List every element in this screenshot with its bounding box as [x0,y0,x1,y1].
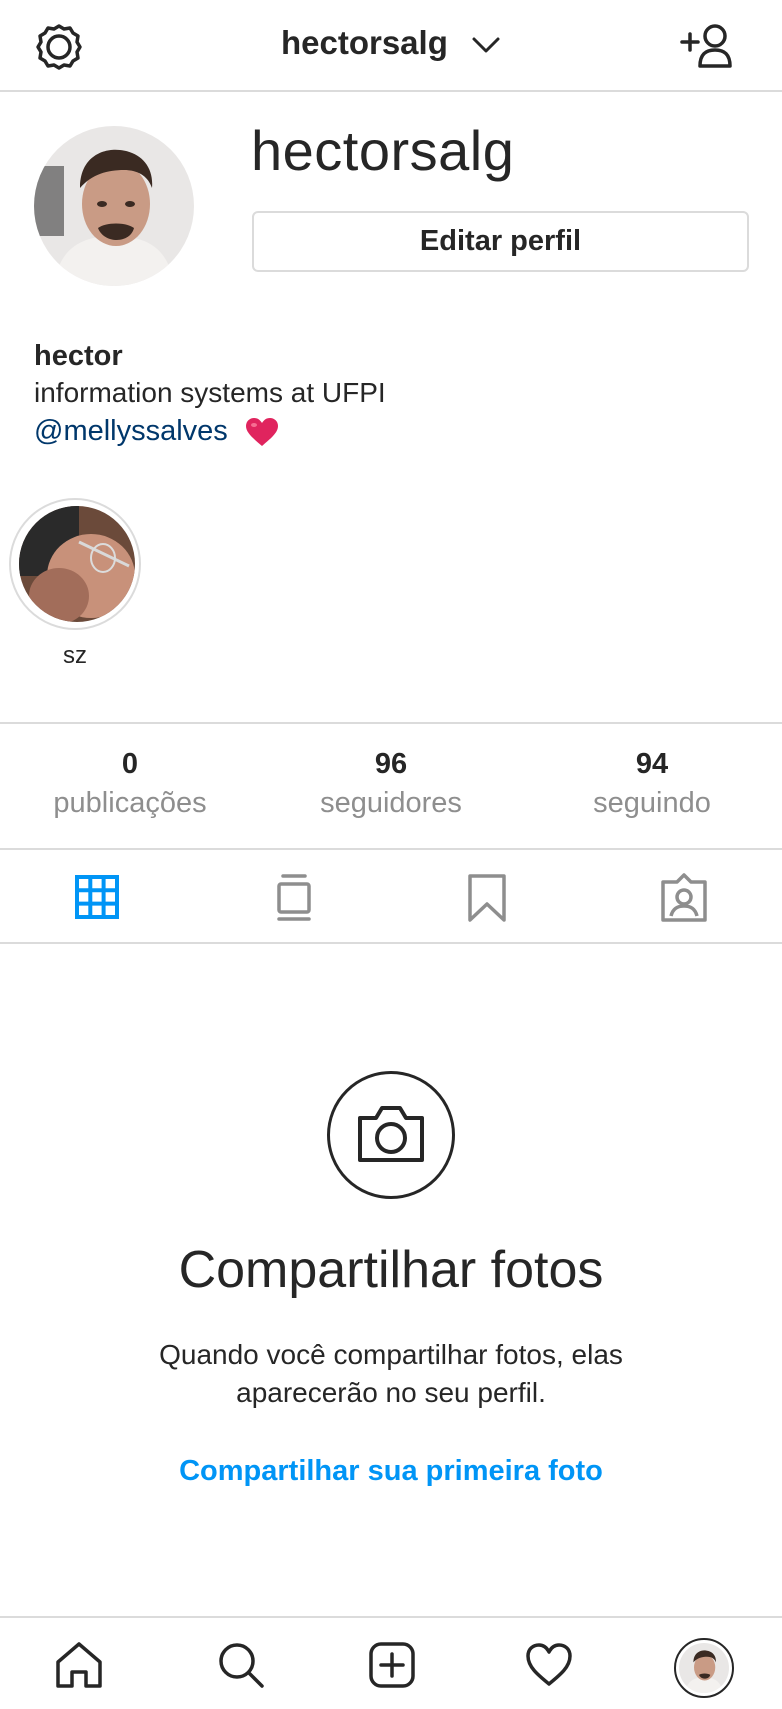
stat-label: seguindo [593,787,711,819]
stat-count: 0 [121,748,139,780]
camera-icon [358,1106,424,1162]
profile-bio: information systems at UFPI [34,377,386,408]
stat-label: publicações [53,787,207,819]
bookmark-icon[interactable] [462,872,512,924]
stat-followers[interactable]: 96 seguidores [261,748,521,820]
profile-avatar-nav-image [679,1643,729,1693]
header-username: hectorsalg [280,24,448,61]
stat-following[interactable]: 94 seguindo [522,748,782,820]
share-first-photo-link[interactable]: Compartilhar sua primeira foto [0,1455,782,1488]
account-switcher[interactable]: hectorsalg [0,24,782,62]
empty-state-description: Quando você compartilhar fotos, elas apa… [159,1339,623,1408]
highlight-photo [19,506,135,622]
highlight-label: sz [63,642,87,669]
profile-avatar-nav[interactable] [674,1638,734,1698]
search-icon[interactable] [216,1640,266,1690]
feed-icon[interactable] [269,872,319,924]
tagged-icon[interactable] [659,872,709,924]
grid-icon[interactable] [73,872,123,924]
top-bar: hectorsalg [0,0,782,92]
chevron-down-icon [472,37,500,53]
divider [0,722,782,724]
empty-state-title: Compartilhar fotos [178,1241,604,1299]
stat-count: 96 [374,748,408,780]
profile-photo [34,126,194,286]
new-post-icon[interactable] [367,1640,417,1690]
home-icon[interactable] [54,1640,104,1690]
heart-emoji-icon [245,418,278,447]
stat-label: seguidores [320,787,462,819]
story-highlight-image[interactable] [19,506,135,622]
edit-profile-button[interactable]: Editar perfil [252,211,749,272]
bio-mention-link[interactable]: @mellyssalves [34,415,228,447]
profile-avatar[interactable] [34,126,194,286]
divider [0,942,782,944]
stat-count: 94 [635,748,669,780]
divider [0,848,782,850]
camera-circle [327,1071,455,1199]
profile-name: hector [34,340,123,372]
heart-icon[interactable] [524,1640,574,1690]
add-user-icon[interactable] [680,22,734,70]
bio-line: @mellyssalves [34,415,280,448]
bottom-nav [0,1616,782,1709]
stat-posts: 0 publicações [0,748,260,820]
profile-username: hectorsalg [251,119,515,182]
